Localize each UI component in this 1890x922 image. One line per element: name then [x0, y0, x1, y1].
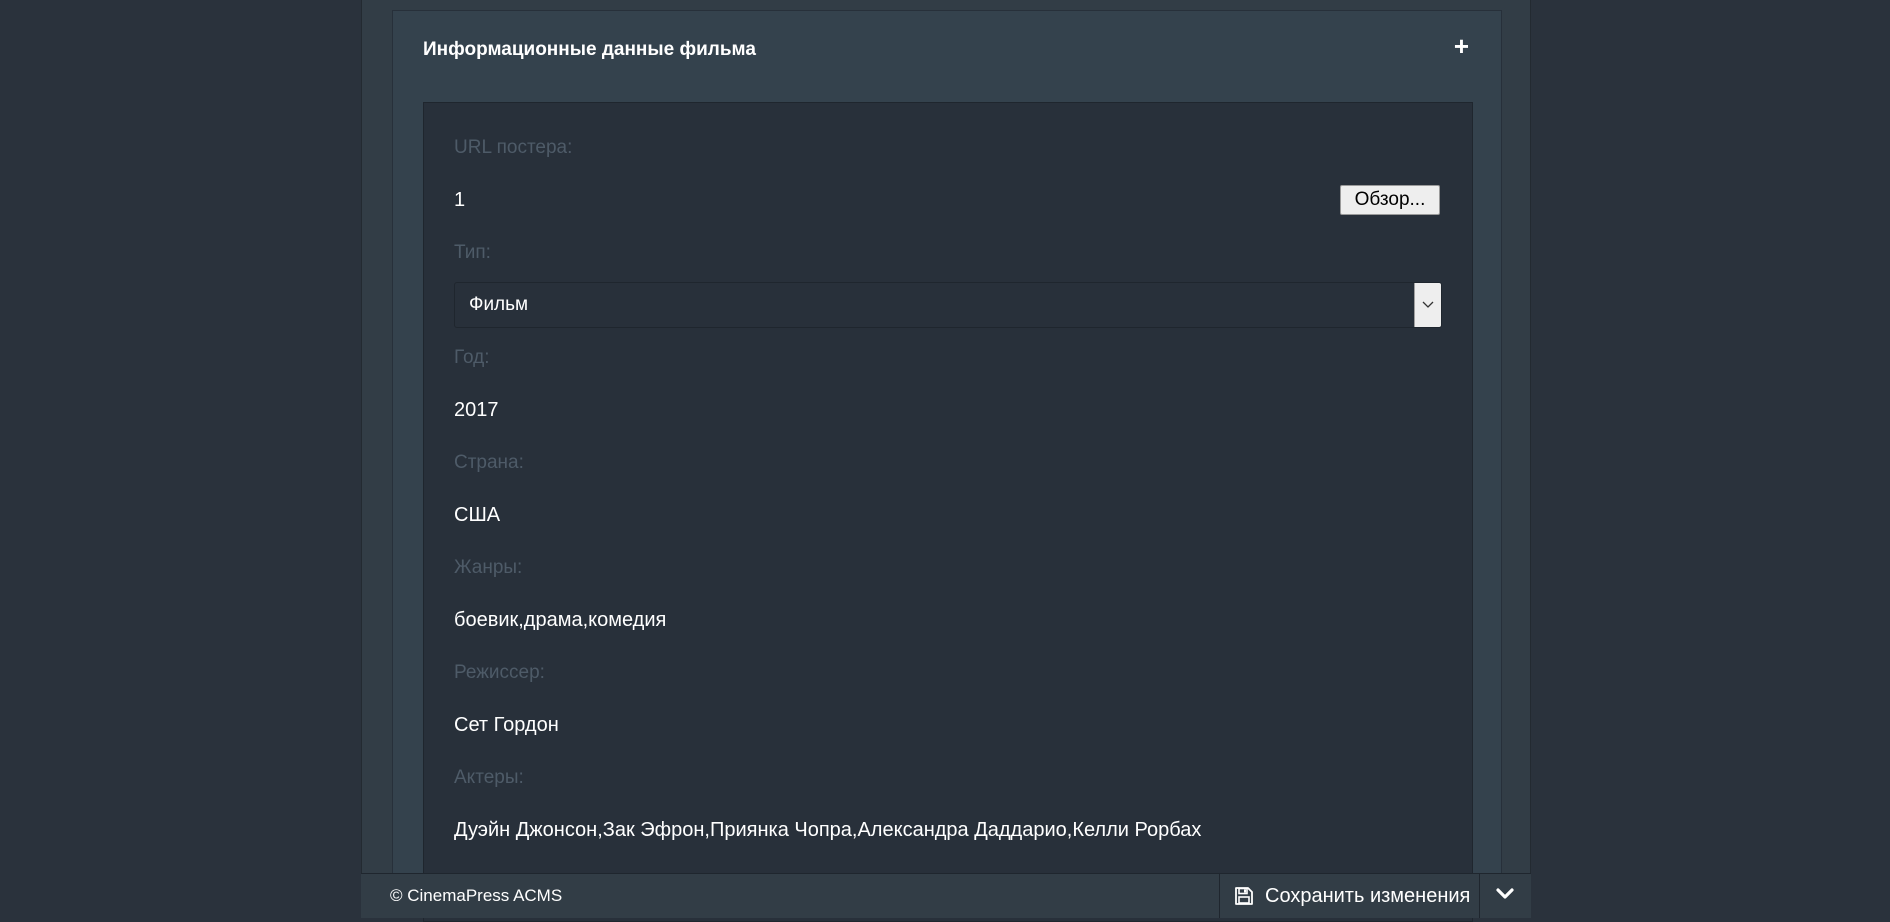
movie-info-panel: Информационные данные фильма + URL посте…: [392, 10, 1502, 922]
chevron-down-icon[interactable]: [1414, 283, 1441, 327]
director-label: Режиссер:: [454, 662, 545, 683]
type-label: Тип:: [454, 242, 491, 263]
poster-url-value[interactable]: 1: [454, 189, 465, 212]
save-button[interactable]: Сохранить изменения: [1219, 874, 1479, 918]
type-select-value: Фильм: [469, 294, 529, 315]
poster-url-label: URL постера:: [454, 137, 573, 158]
expand-button[interactable]: [1479, 874, 1530, 918]
footer-bar: © CinemaPress ACMS Сохранить изменения: [361, 873, 1531, 918]
country-value[interactable]: США: [454, 504, 500, 527]
year-value[interactable]: 2017: [454, 399, 499, 422]
page-container: Информационные данные фильма + URL посте…: [361, 0, 1531, 922]
type-select[interactable]: Фильм: [454, 282, 1442, 328]
director-value[interactable]: Сет Гордон: [454, 714, 559, 737]
genres-value[interactable]: боевик,драма,комедия: [454, 609, 666, 632]
panel-body: URL постера: 1 Обзор... Тип: Фильм Год: …: [423, 102, 1473, 922]
actors-value[interactable]: Дуэйн Джонсон,Зак Эфрон,Приянка Чопра,Ал…: [454, 819, 1201, 842]
chevron-down-icon: [1495, 887, 1515, 906]
panel-title: Информационные данные фильма: [423, 39, 756, 60]
genres-label: Жанры:: [454, 557, 523, 578]
plus-icon[interactable]: +: [1454, 33, 1469, 59]
save-button-label: Сохранить изменения: [1265, 884, 1471, 907]
copyright-text: © CinemaPress ACMS: [390, 886, 563, 905]
browse-button[interactable]: Обзор...: [1340, 185, 1440, 215]
year-label: Год:: [454, 347, 490, 368]
actors-label: Актеры:: [454, 767, 524, 788]
floppy-disk-icon: [1234, 886, 1254, 906]
country-label: Страна:: [454, 452, 524, 473]
